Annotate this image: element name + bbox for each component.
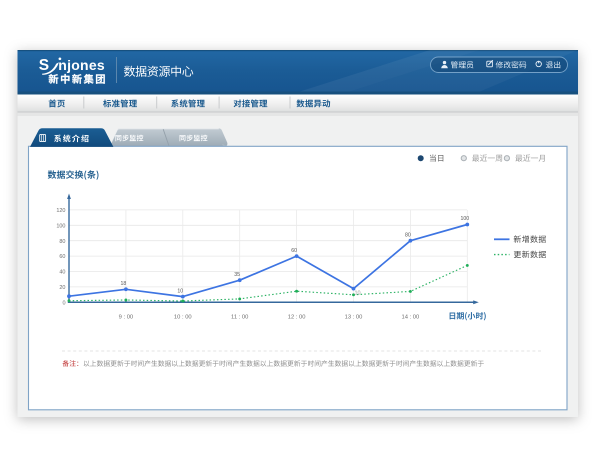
svg-text:10: 10 [354, 290, 360, 296]
svg-text:13 : 00: 13 : 00 [345, 315, 363, 321]
svg-text:10 : 00: 10 : 00 [174, 315, 192, 321]
svg-text:40: 40 [59, 270, 65, 276]
svg-text:14 : 00: 14 : 00 [402, 315, 420, 321]
svg-text:11 : 00: 11 : 00 [231, 315, 248, 321]
svg-text:60: 60 [291, 248, 297, 254]
svg-text:10: 10 [177, 288, 183, 294]
svg-text:9 : 00: 9 : 00 [119, 315, 134, 321]
svg-text:60: 60 [59, 254, 65, 260]
svg-text:120: 120 [56, 208, 65, 214]
svg-text:80: 80 [405, 232, 411, 238]
svg-text:0: 0 [62, 300, 65, 306]
svg-text:S: S [39, 57, 49, 74]
svg-text:100: 100 [56, 223, 65, 229]
svg-text:20: 20 [59, 285, 65, 291]
svg-text:100: 100 [460, 216, 469, 222]
svg-text:18: 18 [121, 281, 127, 287]
svg-text:12 : 00: 12 : 00 [288, 315, 306, 321]
svg-text:35: 35 [234, 272, 240, 278]
svg-text:80: 80 [59, 239, 65, 245]
svg-text:njones: njones [58, 57, 105, 73]
